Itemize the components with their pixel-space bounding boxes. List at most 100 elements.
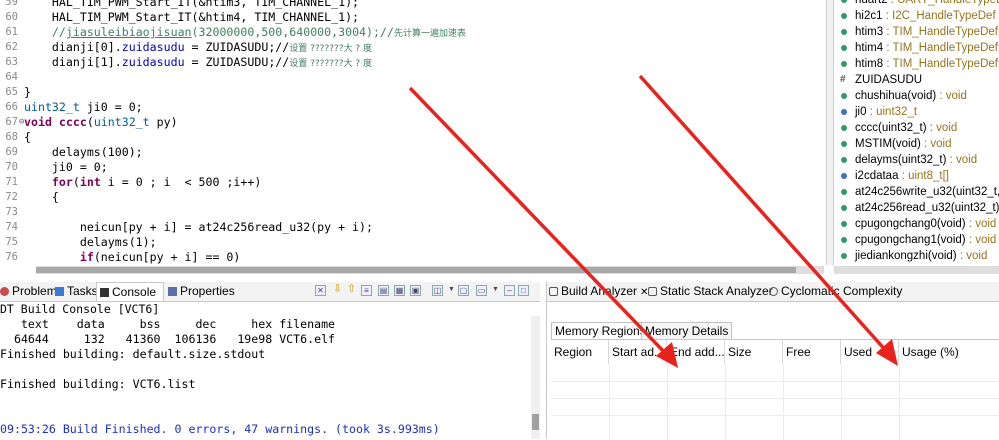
code-text: void cccc(uint32_t py)	[24, 115, 178, 130]
display-selected-console-button[interactable]: ▢	[458, 285, 469, 296]
code-line[interactable]: 73	[0, 205, 826, 220]
tab-console[interactable]: Console	[96, 282, 164, 301]
outline-item[interactable]: at24c256read_u32(uint32_t) :	[834, 200, 999, 216]
outline-item[interactable]: cpugongchang0(void) : void	[834, 216, 999, 232]
tab-build-analyzer[interactable]: Build Analyzer ✕	[549, 282, 648, 301]
code-token: = ZUIDASUDU;//	[184, 40, 290, 54]
console-output[interactable]: text data bss dec hex filename 64644 132…	[0, 316, 528, 439]
outline-item[interactable]: cccc(uint32_t) : void	[834, 120, 999, 136]
editor-outline-divider[interactable]	[826, 0, 834, 265]
outline-symbol-type: : TIM_HandleTypeDef	[883, 42, 998, 54]
outline-item[interactable]: cpugongchang1(void) : void	[834, 232, 999, 248]
tab-label: Static Stack Analyzer	[660, 284, 773, 298]
code-text: }	[24, 85, 31, 100]
outline-item[interactable]: htim4 : TIM_HandleTypeDef	[834, 40, 999, 56]
editor-scrollbar-thumb[interactable]	[36, 267, 796, 273]
console-scrollbar-thumb[interactable]	[532, 414, 539, 430]
code-editor[interactable]: 59 HAL_TIM_PWM_Start_IT(&htim3, TIM_CHAN…	[0, 0, 826, 265]
outline-item[interactable]: modbus_data(void) : void	[834, 264, 999, 265]
outline-item[interactable]: htim3 : TIM_HandleTypeDef	[834, 24, 999, 40]
column-header-usage[interactable]: Usage (%)	[899, 340, 999, 364]
code-line[interactable]: 62 dianji[0].zuidasudu = ZUIDASUDU;//设置 …	[0, 40, 826, 55]
variable-icon	[841, 29, 847, 35]
tab-memory-details[interactable]: Memory Details	[641, 322, 733, 339]
code-line[interactable]: 70 ji0 = 0;	[0, 160, 826, 175]
code-text: {	[24, 190, 59, 205]
code-line[interactable]: 66 uint32_t ji0 = 0;	[0, 100, 826, 115]
line-number: 62	[5, 41, 18, 53]
pin-button[interactable]: ⇩	[332, 284, 343, 296]
outline-symbol-type: : UART_HandleTypeD	[887, 0, 999, 6]
tab-problems[interactable]: Problems	[0, 282, 63, 301]
show-on-output-button[interactable]: ▣	[410, 285, 421, 296]
outline-item[interactable]: ji0 : uint32_t	[834, 104, 999, 120]
code-line[interactable]: 61 //jiasuleibiaojisuan(32000000,500,640…	[0, 25, 826, 40]
code-line[interactable]: 72 {	[0, 190, 826, 205]
column-header-size[interactable]: Size	[725, 340, 783, 364]
code-token: uint32_t	[24, 100, 80, 114]
open-console-button[interactable]: ◫	[432, 285, 443, 296]
scroll-lock-button[interactable]: ⇧	[346, 284, 357, 296]
build-analyzer-icon	[549, 287, 558, 296]
outline-item[interactable]: delayms(uint32_t) : void	[834, 152, 999, 168]
table-row[interactable]	[551, 364, 999, 382]
memory-regions-table: Region Start ad... End add... Size Free …	[551, 339, 999, 440]
clear-console-button[interactable]: ▦	[394, 285, 405, 296]
table-row[interactable]	[551, 398, 999, 416]
outline-symbol-type: : void	[956, 250, 988, 262]
code-line[interactable]: 74 neicun[py + i] = at24c256read_u32(py …	[0, 220, 826, 235]
line-number: 75	[5, 236, 18, 248]
tab-cyclomatic-complexity[interactable]: Cyclomatic Complexity	[769, 282, 902, 301]
editor-horizontal-scrollbar[interactable]	[36, 266, 824, 274]
outline-item[interactable]: jiediankongzhi(void) : void	[834, 248, 999, 264]
tab-properties[interactable]: Properties	[168, 282, 235, 301]
console-vertical-scrollbar[interactable]	[531, 316, 540, 439]
open-console-dropdown-icon[interactable]: ▼	[446, 285, 457, 296]
column-header-free[interactable]: Free	[783, 340, 841, 364]
line-number: 76	[5, 251, 18, 263]
outline-item[interactable]: chushihua(void) : void	[834, 88, 999, 104]
tab-memory-regions[interactable]: Memory Regions	[551, 322, 650, 339]
outline-item[interactable]: htim8 : TIM_HandleTypeDef	[834, 56, 999, 72]
outline-label: huart2 : UART_HandleTypeD	[855, 0, 999, 8]
column-divider	[841, 364, 842, 440]
tab-static-stack-analyzer[interactable]: Static Stack Analyzer	[648, 282, 773, 301]
column-header-region[interactable]: Region	[551, 340, 609, 364]
tab-tasks[interactable]: Tasks	[55, 282, 98, 301]
table-row[interactable]	[551, 381, 999, 399]
code-line[interactable]: 69 delayms(100);	[0, 145, 826, 160]
outline-symbol-name: at24c256write_u32(uint32_t,	[855, 186, 999, 198]
word-wrap-button[interactable]: ≡	[361, 285, 372, 296]
outline-symbol-type: : TIM_HandleTypeDef	[883, 26, 998, 38]
outline-item[interactable]: huart2 : UART_HandleTypeD	[834, 0, 999, 8]
outline-item[interactable]: hi2c1 : I2C_HandleTypeDef	[834, 8, 999, 24]
code-line[interactable]: 75 delayms(1);	[0, 235, 826, 250]
variable-icon	[841, 45, 847, 51]
code-line[interactable]: 60 HAL_TIM_PWM_Start_IT(&htim4, TIM_CHAN…	[0, 10, 826, 25]
outline-item[interactable]: at24c256write_u32(uint32_t,	[834, 184, 999, 200]
maximize-button[interactable]: □	[518, 285, 529, 296]
terminate-button[interactable]: ✕	[315, 285, 326, 296]
code-line[interactable]: 71 for(int i = 0 ; i < 500 ;i++)	[0, 175, 826, 190]
code-line[interactable]: 65}	[0, 85, 826, 100]
outline-item[interactable]: i2cdataa : uint8_t[]	[834, 168, 999, 184]
code-line[interactable]: 63 dianji[1].zuidasudu = ZUIDASUDU;//设置 …	[0, 55, 826, 70]
column-header-used[interactable]: Used	[841, 340, 899, 364]
outline-item[interactable]: MSTIM(void) : void	[834, 136, 999, 152]
minimize-button[interactable]: –	[504, 285, 515, 296]
outline-symbol-name: cpugongchang1(void)	[855, 234, 966, 246]
column-header-end-address[interactable]: End add...	[667, 340, 725, 364]
code-line[interactable]: 64	[0, 70, 826, 85]
column-header-start-address[interactable]: Start ad...	[609, 340, 667, 364]
code-line[interactable]: 67 ⊖ void cccc(uint32_t py)	[0, 115, 826, 130]
outline-horizontal-scrollbar[interactable]	[834, 266, 999, 274]
outline-item[interactable]: # ZUIDASUDU	[834, 72, 999, 88]
console-line: Finished building: default.size.stdout	[0, 347, 266, 361]
new-console-button[interactable]: ▭	[476, 285, 487, 296]
copy-button[interactable]: ▤	[378, 285, 389, 296]
function-icon	[841, 237, 847, 243]
code-line[interactable]: 68 {	[0, 130, 826, 145]
new-console-dropdown-icon[interactable]: ▼	[490, 285, 501, 296]
code-line[interactable]: 59 HAL_TIM_PWM_Start_IT(&htim3, TIM_CHAN…	[0, 0, 826, 10]
code-line[interactable]: 76 if(neicun[py + i] == 0)	[0, 250, 826, 265]
